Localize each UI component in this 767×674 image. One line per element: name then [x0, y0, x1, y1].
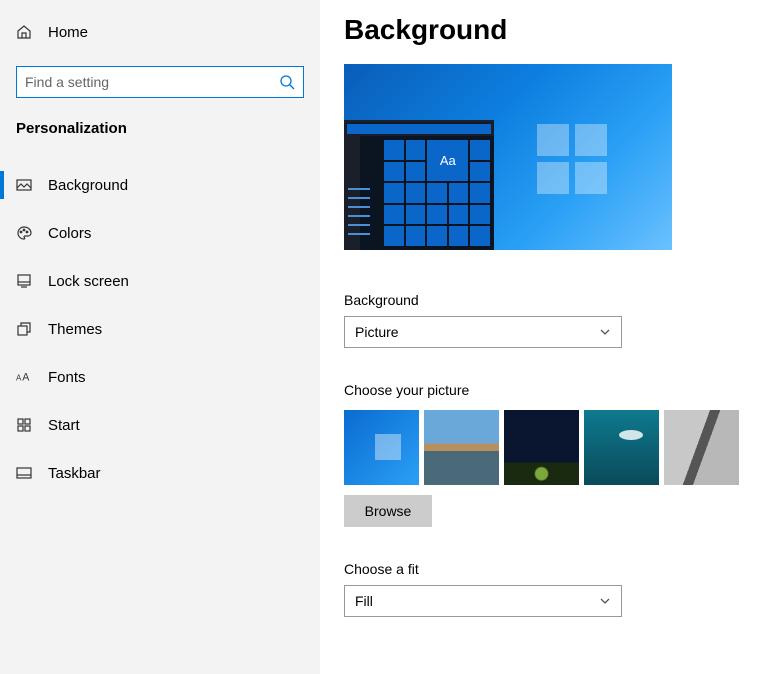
fit-dropdown-value: Fill — [355, 593, 373, 609]
search-input[interactable] — [17, 67, 273, 97]
sidebar-item-background[interactable]: Background — [0, 161, 320, 209]
preview-sample-text: Aa — [427, 140, 468, 181]
home-icon — [16, 24, 32, 40]
sidebar-item-fonts[interactable]: AA Fonts — [0, 353, 320, 401]
picture-icon — [16, 177, 32, 193]
chevron-down-icon — [599, 326, 611, 338]
choose-picture-label: Choose your picture — [344, 382, 743, 398]
sidebar-item-start[interactable]: Start — [0, 401, 320, 449]
sidebar-item-label: Taskbar — [48, 465, 101, 482]
wallpaper-preview: Aa — [344, 64, 672, 250]
search-icon — [279, 74, 295, 90]
picture-thumb-3[interactable] — [504, 410, 579, 485]
themes-icon — [16, 321, 32, 337]
fonts-icon: AA — [16, 369, 32, 385]
palette-icon — [16, 225, 32, 241]
fit-dropdown[interactable]: Fill — [344, 585, 622, 617]
svg-text:A: A — [22, 372, 30, 384]
taskbar-icon — [16, 465, 32, 481]
sidebar-item-label: Lock screen — [48, 273, 129, 290]
sidebar-item-lock-screen[interactable]: Lock screen — [0, 257, 320, 305]
picture-thumb-2[interactable] — [424, 410, 499, 485]
picture-thumbnails — [344, 410, 743, 485]
category-heading: Personalization — [0, 120, 320, 137]
picture-thumb-1[interactable] — [344, 410, 419, 485]
sidebar-item-taskbar[interactable]: Taskbar — [0, 449, 320, 497]
background-dropdown-label: Background — [344, 292, 743, 308]
home-link[interactable]: Home — [0, 20, 320, 44]
browse-button[interactable]: Browse — [344, 495, 432, 527]
sidebar-item-themes[interactable]: Themes — [0, 305, 320, 353]
picture-thumb-5[interactable] — [664, 410, 739, 485]
main-content: Background Aa Background Picture Choose … — [320, 0, 767, 674]
sidebar-item-label: Start — [48, 417, 80, 434]
home-label: Home — [48, 24, 88, 41]
sidebar: Home Personalization Background C — [0, 0, 320, 674]
fit-dropdown-label: Choose a fit — [344, 561, 743, 577]
sidebar-item-label: Themes — [48, 321, 102, 338]
search-container — [0, 66, 320, 98]
sidebar-item-colors[interactable]: Colors — [0, 209, 320, 257]
sidebar-item-label: Colors — [48, 225, 91, 242]
background-dropdown[interactable]: Picture — [344, 316, 622, 348]
background-dropdown-value: Picture — [355, 324, 399, 340]
sidebar-item-label: Fonts — [48, 369, 86, 386]
search-input-wrapper[interactable] — [16, 66, 304, 98]
page-title: Background — [344, 14, 743, 46]
svg-text:A: A — [16, 374, 22, 383]
lockscreen-icon — [16, 273, 32, 289]
start-icon — [16, 417, 32, 433]
sidebar-item-label: Background — [48, 177, 128, 194]
chevron-down-icon — [599, 595, 611, 607]
picture-thumb-4[interactable] — [584, 410, 659, 485]
